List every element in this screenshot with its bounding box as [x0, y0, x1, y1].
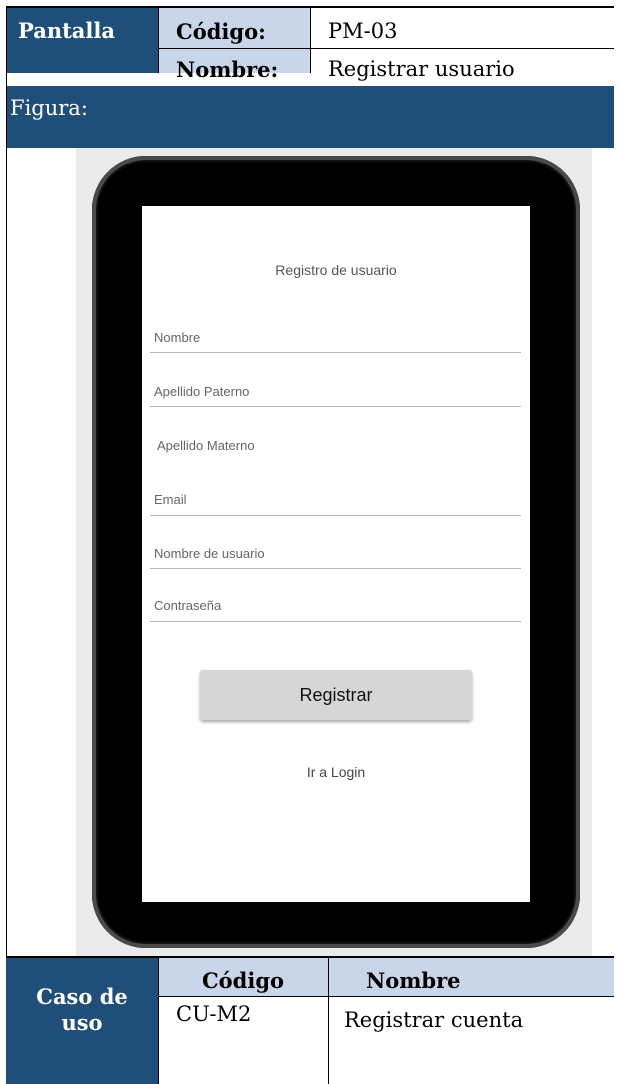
grid-line [158, 6, 159, 73]
footer-caso-label-line1: Caso de [36, 984, 128, 1009]
field-apellido-materno[interactable]: Apellido Materno [157, 438, 255, 453]
footer-caso-label-line2: uso [61, 1010, 103, 1035]
footer-codigo-value: CU-M2 [176, 1002, 252, 1026]
field-contrasena-underline [150, 621, 521, 622]
field-nombre-usuario[interactable]: Nombre de usuario [154, 546, 265, 561]
grid-line [158, 996, 614, 997]
footer-nombre-value: Registrar cuenta [344, 1008, 524, 1032]
registration-title: Registro de usuario [275, 262, 397, 278]
figura-banner [6, 86, 614, 148]
grid-line [158, 958, 159, 1084]
field-nombre[interactable]: Nombre [154, 330, 200, 345]
header-nombre-label: Nombre: [176, 57, 279, 82]
field-apellido-paterno[interactable]: Apellido Paterno [154, 384, 249, 399]
field-nombre-usuario-underline [150, 568, 521, 569]
grid-line [158, 48, 614, 49]
field-email-underline [150, 515, 521, 516]
footer-codigo-header: Código [201, 968, 285, 993]
header-codigo-label: Código: [176, 19, 266, 44]
login-link[interactable]: Ir a Login [142, 764, 530, 780]
grid-line [6, 6, 7, 1084]
header-codigo-value: PM-03 [328, 19, 398, 43]
header-pantalla-label: Pantalla [18, 18, 115, 43]
header-nombre-value: Registrar usuario [328, 57, 515, 81]
grid-line [310, 6, 311, 73]
field-apellido-paterno-underline [150, 406, 521, 407]
register-button[interactable]: Registrar [200, 670, 472, 720]
field-email[interactable]: Email [154, 492, 187, 507]
footer-nombre-header: Nombre [366, 968, 461, 993]
field-nombre-underline [150, 352, 521, 353]
grid-line [328, 958, 329, 1084]
field-contrasena[interactable]: Contraseña [154, 598, 221, 613]
figura-label: Figura: [10, 96, 88, 120]
